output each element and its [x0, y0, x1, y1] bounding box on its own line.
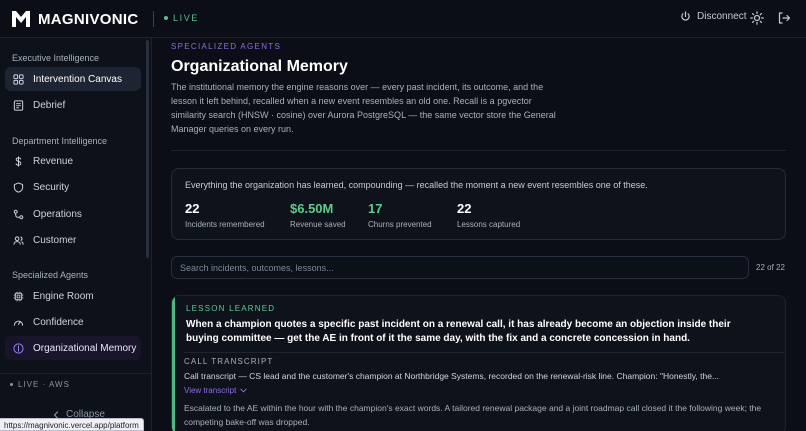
page-description: The institutional memory the engine reas…	[171, 82, 556, 134]
document-icon	[13, 99, 24, 111]
sidebar-item-label: Debrief	[33, 99, 66, 111]
brand-logo[interactable]: MAGNIVONIC	[10, 9, 154, 29]
logout-icon[interactable]	[777, 11, 791, 25]
section-eyebrow: SPECIALIZED AGENTS	[171, 42, 282, 51]
live-dot-icon	[164, 16, 168, 20]
chevron-down-icon	[240, 388, 247, 393]
live-label: LIVE	[173, 13, 199, 23]
logo-mark-icon	[12, 11, 30, 27]
stat-label: Incidents remembered	[185, 220, 265, 229]
sidebar-item-security[interactable]: Security	[5, 175, 141, 199]
disconnect-label: Disconnect	[697, 11, 747, 22]
sidebar-live-status: LIVE · AWS	[10, 380, 70, 389]
sidebar-item-operations[interactable]: Operations	[5, 202, 141, 226]
sidebar-item-customer[interactable]: Customer	[5, 228, 141, 252]
sidebar-group-department: Department Intelligence	[12, 136, 108, 146]
stat-incidents: 22 Incidents remembered	[185, 201, 265, 229]
cpu-icon	[13, 291, 24, 301]
sidebar-item-label: Operations	[33, 208, 82, 220]
stat-value: 22	[185, 201, 200, 216]
disconnect-button[interactable]: Disconnect	[680, 11, 746, 22]
stat-value: 22	[457, 201, 472, 216]
brand-name: MAGNIVONIC	[38, 10, 139, 28]
grid-icon	[13, 73, 24, 85]
sidebar-item-label: Security	[33, 181, 70, 193]
sidebar-item-label: Confidence	[33, 316, 84, 328]
stat-churns-prevented: 17 Churns prevented	[368, 201, 432, 229]
sidebar-item-label: Intervention Canvas	[33, 73, 122, 85]
power-icon	[681, 11, 690, 21]
page-title: Organizational Memory	[171, 58, 348, 75]
dollar-icon	[15, 155, 22, 167]
sidebar: Executive Intelligence Intervention Canv…	[0, 38, 152, 431]
stat-label: Revenue saved	[290, 220, 346, 229]
memory-icon	[13, 342, 24, 354]
view-transcript-link[interactable]: View transcript	[184, 386, 247, 395]
lesson-text: When a champion quotes a specific past i…	[186, 319, 731, 344]
sidebar-live-label: LIVE · AWS	[18, 380, 70, 389]
stat-label: Lessons captured	[457, 220, 521, 229]
sidebar-item-label: Engine Room	[33, 290, 94, 302]
shield-icon	[13, 181, 24, 193]
stat-value: $6.50M	[290, 201, 334, 216]
sidebar-group-specialized: Specialized Agents	[12, 270, 89, 280]
gauge-icon	[13, 320, 24, 326]
stats-caption: Everything the organization has learned,…	[185, 180, 648, 190]
theme-toggle-icon[interactable]	[750, 11, 764, 25]
workflow-icon	[13, 209, 24, 219]
status-bar-url: https://magnivonic.vercel.app/platform	[0, 418, 144, 431]
stat-lessons-captured: 22 Lessons captured	[457, 201, 520, 229]
stats-card: Everything the organization has learned,…	[171, 168, 786, 240]
sidebar-scrollbar[interactable]	[146, 40, 149, 258]
live-indicator: LIVE	[164, 13, 199, 23]
header-divider	[171, 150, 786, 151]
call-transcript-preview: Call transcript — CS lead and the custom…	[184, 371, 720, 381]
sidebar-item-revenue[interactable]: Revenue	[5, 149, 141, 173]
sidebar-item-confidence[interactable]: Confidence	[5, 310, 141, 334]
result-count: 22 of 22	[756, 263, 785, 272]
search-input[interactable]	[171, 256, 749, 279]
stat-value: 17	[368, 201, 383, 216]
sidebar-footer-divider	[0, 373, 152, 374]
outcome-text: Escalated to the AE within the hour with…	[184, 403, 762, 427]
sidebar-item-debrief[interactable]: Debrief	[5, 93, 141, 117]
call-transcript-tag: CALL TRANSCRIPT	[184, 357, 274, 366]
lesson-accent-bar	[172, 296, 175, 431]
stat-label: Churns prevented	[368, 220, 432, 229]
lesson-divider	[184, 352, 784, 353]
main-content: SPECIALIZED AGENTS Organizational Memory…	[152, 38, 806, 431]
memory-card: LESSON LEARNED When a champion quotes a …	[171, 295, 786, 431]
brand-divider	[152, 11, 154, 27]
stat-revenue-saved: $6.50M Revenue saved	[290, 201, 346, 229]
sidebar-item-label: Revenue	[33, 155, 74, 167]
view-transcript-label: View transcript	[184, 386, 237, 395]
sidebar-item-intervention-canvas[interactable]: Intervention Canvas	[5, 67, 141, 91]
status-dot-icon	[10, 383, 13, 386]
sidebar-group-executive: Executive Intelligence	[12, 53, 100, 63]
sidebar-item-engine-room[interactable]: Engine Room	[5, 284, 141, 308]
sidebar-item-organizational-memory[interactable]: Organizational Memory	[5, 336, 141, 360]
users-icon	[13, 235, 24, 245]
lesson-tag: LESSON LEARNED	[186, 304, 276, 313]
sidebar-item-label: Organizational Memory	[33, 342, 137, 354]
sidebar-item-label: Customer	[33, 234, 77, 246]
top-bar: MAGNIVONIC LIVE Disconnect	[0, 0, 806, 38]
